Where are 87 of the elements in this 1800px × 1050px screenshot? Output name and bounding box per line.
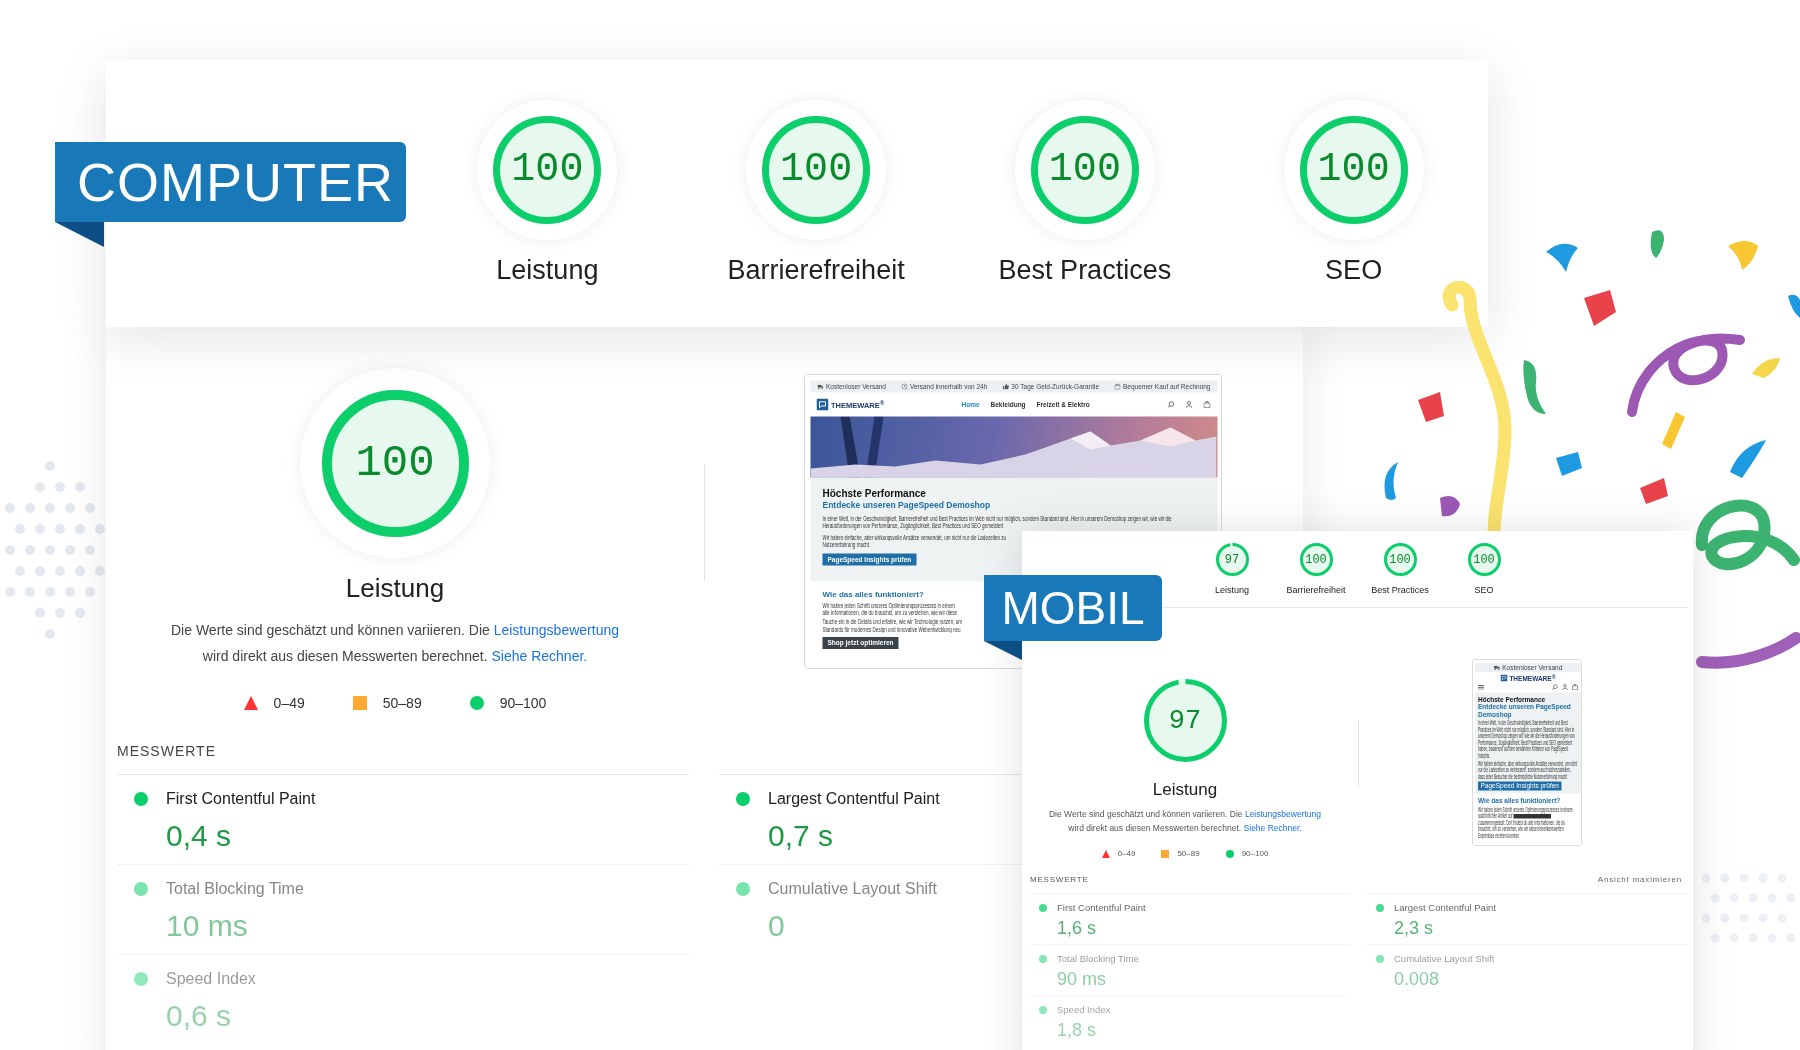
expand-view-link[interactable]: Ansicht maximieren bbox=[1597, 875, 1682, 885]
score-gauge bbox=[1383, 543, 1417, 576]
score-value: 97 bbox=[1224, 553, 1240, 566]
legend-label: 50–89 bbox=[1177, 848, 1200, 860]
legend-label: 0–49 bbox=[273, 694, 305, 713]
score-value: 100 bbox=[1389, 553, 1411, 566]
obscured-link[interactable] bbox=[1513, 814, 1551, 819]
metric-value: 1,6 s bbox=[1057, 917, 1097, 939]
confetti-piece bbox=[1556, 452, 1582, 476]
metric-value: 0 bbox=[768, 908, 785, 944]
category-label: Leistung bbox=[496, 254, 599, 286]
score-gauge bbox=[1467, 543, 1501, 576]
score-gauge bbox=[1299, 543, 1333, 576]
confetti-piece bbox=[1752, 358, 1780, 378]
confetti-piece bbox=[1640, 478, 1668, 504]
score-gauge bbox=[1215, 543, 1249, 576]
metric-value: 1,8 s bbox=[1057, 1019, 1097, 1041]
metric-value: 0.008 bbox=[1394, 968, 1440, 990]
metric-value: 2,3 s bbox=[1394, 917, 1434, 939]
text-link[interactable]: Leistungsbewertung bbox=[1244, 809, 1321, 819]
device-badge: COMPUTER bbox=[55, 142, 406, 222]
category-label: Barrierefreiheit bbox=[727, 254, 905, 286]
metric-label: Speed Index bbox=[1057, 1004, 1111, 1016]
truck-icon bbox=[1493, 665, 1500, 670]
section-heading: Höchste Performance bbox=[822, 487, 927, 500]
metric-value: 0,6 s bbox=[166, 998, 232, 1034]
score-value: 100 bbox=[1048, 150, 1121, 190]
legend-label: 50–89 bbox=[382, 694, 422, 713]
description-text: Die Werte sind geschätzt und können variieren. Die Leistungsbewertung wird direkt aus diesen Messwerten berechnet. Siehe Rechner. bbox=[1048, 808, 1322, 835]
score-value: 100 bbox=[1317, 150, 1390, 190]
text-link[interactable]: Siehe Rechner. bbox=[1243, 823, 1302, 833]
legend-label: 0–49 bbox=[1117, 848, 1136, 860]
section-subheading: Entdecke unseren PageSpeed Demoshop bbox=[822, 500, 992, 511]
metric-label: First Contentful Paint bbox=[1057, 902, 1146, 914]
device-badge: MOBIL bbox=[984, 575, 1162, 641]
gauge-label: Leistung bbox=[345, 573, 445, 603]
metric-label: Largest Contentful Paint bbox=[768, 789, 940, 809]
score-value: 100 bbox=[1305, 553, 1327, 566]
score-value: 100 bbox=[780, 150, 853, 190]
legend-label: 90–100 bbox=[499, 694, 547, 713]
confetti-piece bbox=[1384, 462, 1398, 500]
truck-icon bbox=[817, 384, 824, 389]
confetti-piece bbox=[1788, 294, 1800, 318]
description-text: Die Werte sind geschätzt und können variieren. Die Leistungsbewertung wird direkt aus diesen Messwerten berechnet. Siehe Rechner. bbox=[170, 621, 620, 666]
metric-label: Largest Contentful Paint bbox=[1394, 902, 1496, 914]
text-link[interactable]: Leistungsbewertung bbox=[493, 622, 619, 638]
score-value: 100 bbox=[355, 441, 435, 485]
metric-label: Total Blocking Time bbox=[166, 879, 304, 899]
logo-icon bbox=[1500, 674, 1508, 682]
category-label: Leistung bbox=[1215, 584, 1249, 596]
score-value: 100 bbox=[1473, 553, 1495, 566]
ribbon-fold-icon bbox=[984, 641, 1022, 660]
section-heading: Wie das alles funktioniert? bbox=[822, 589, 925, 600]
text-link[interactable]: Siehe Rechner. bbox=[491, 648, 588, 664]
ribbon-fold-icon bbox=[55, 222, 104, 247]
metric-value: 0,4 s bbox=[166, 818, 232, 854]
thumbs-up-icon bbox=[1002, 383, 1009, 390]
category-label: SEO bbox=[1325, 254, 1383, 286]
gauge-label: Leistung bbox=[1152, 780, 1218, 800]
confetti-piece bbox=[1546, 243, 1578, 272]
confetti-piece bbox=[1728, 241, 1758, 270]
section-heading: MESSWERTE bbox=[117, 743, 216, 759]
confetti-piece bbox=[1730, 440, 1766, 478]
metric-label: Speed Index bbox=[166, 969, 256, 989]
metric-label: First Contentful Paint bbox=[166, 789, 316, 809]
menu-icon[interactable] bbox=[1478, 684, 1484, 690]
category-label: Barrierefreiheit bbox=[1286, 584, 1346, 596]
confetti-piece bbox=[1650, 230, 1664, 258]
score-value: 97 bbox=[1168, 707, 1202, 734]
category-label: Best Practices bbox=[1371, 584, 1429, 596]
logo-icon bbox=[816, 398, 829, 411]
confetti-piece bbox=[1662, 412, 1685, 449]
metric-value: 10 ms bbox=[166, 908, 248, 944]
confetti-piece bbox=[1523, 360, 1546, 414]
category-label: SEO bbox=[1474, 584, 1494, 596]
legend-label: 90–100 bbox=[1241, 848, 1269, 860]
metric-label: Total Blocking Time bbox=[1057, 953, 1139, 965]
confetti-piece bbox=[1440, 496, 1460, 517]
metric-label: Cumulative Layout Shift bbox=[768, 879, 937, 899]
metric-value: 0,7 s bbox=[768, 818, 834, 854]
category-label: Best Practices bbox=[998, 254, 1172, 286]
section-heading: MESSWERTE bbox=[1030, 875, 1089, 885]
confetti-piece bbox=[1584, 290, 1616, 326]
metric-label: Cumulative Layout Shift bbox=[1394, 953, 1495, 965]
score-value: 100 bbox=[511, 150, 584, 190]
confetti-piece bbox=[1418, 392, 1444, 422]
metric-value: 90 ms bbox=[1057, 968, 1107, 990]
